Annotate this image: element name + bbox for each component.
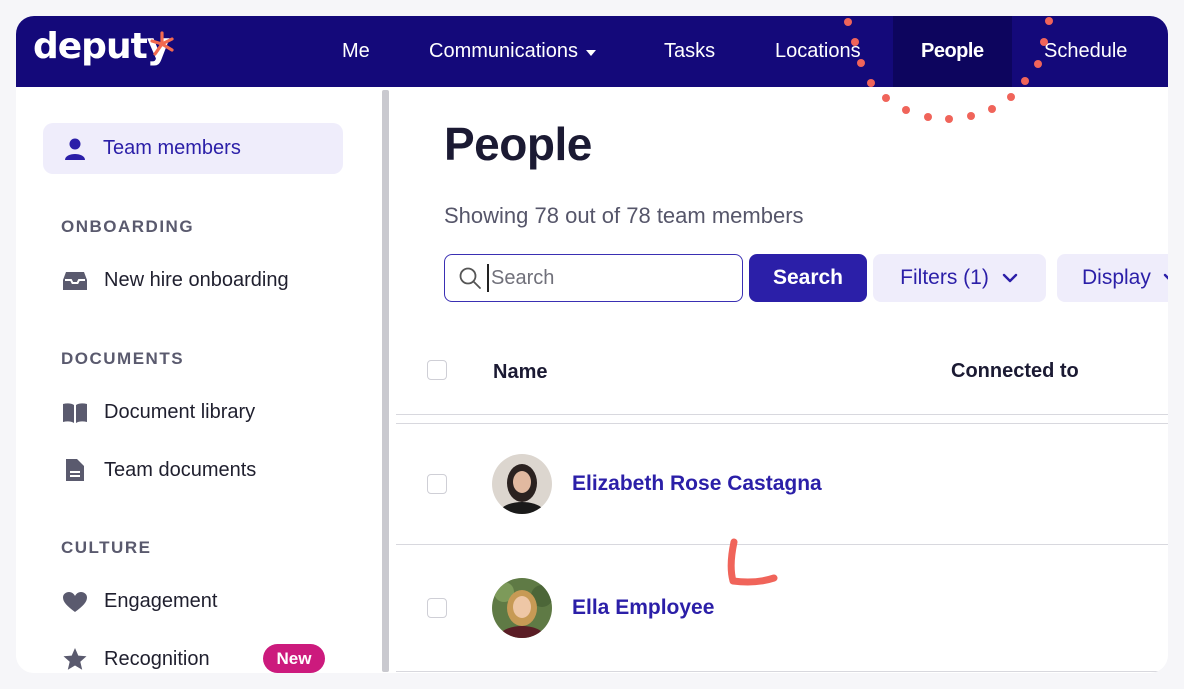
search-button[interactable]: Search <box>749 254 867 302</box>
heart-icon <box>63 591 87 612</box>
nav-me-label: Me <box>342 40 370 62</box>
sidebar-item-engagement[interactable]: Engagement <box>62 590 217 613</box>
row-divider <box>396 544 1168 545</box>
header-divider <box>396 414 1168 415</box>
person-name-link[interactable]: Elizabeth Rose Castagna <box>572 472 822 496</box>
sidebar-item-label: Team documents <box>104 458 257 481</box>
display-label: Display <box>1082 266 1151 289</box>
person-name-link[interactable]: Ella Employee <box>572 596 714 620</box>
chevron-down-icon <box>585 49 596 56</box>
filters-label: Filters (1) <box>900 266 989 289</box>
avatar <box>492 454 552 514</box>
section-heading-onboarding: ONBOARDING <box>61 217 195 236</box>
column-header-name: Name <box>493 361 548 383</box>
display-button[interactable]: Display <box>1057 254 1168 302</box>
select-all-checkbox[interactable] <box>427 360 447 380</box>
nav-communications-label: Communications <box>429 40 578 62</box>
filters-button[interactable]: Filters (1) <box>873 254 1046 302</box>
sidebar-scrollbar[interactable] <box>382 90 389 672</box>
page-title: People <box>444 118 592 170</box>
nav-me[interactable]: Me <box>342 16 370 87</box>
nav-tasks[interactable]: Tasks <box>664 16 715 87</box>
nav-communications[interactable]: Communications <box>429 16 596 87</box>
sidebar-item-label: Team members <box>103 137 241 159</box>
nav-tasks-label: Tasks <box>664 40 716 62</box>
header-divider <box>396 423 1168 424</box>
row-checkbox[interactable] <box>427 598 447 618</box>
sidebar-item-label: New hire onboarding <box>104 269 289 291</box>
search-field[interactable] <box>444 254 743 302</box>
section-heading-documents: DOCUMENTS <box>61 349 185 368</box>
app-frame: deputy Me Communications Tasks Locations… <box>16 16 1168 673</box>
chevron-down-icon <box>1002 273 1018 283</box>
avatar <box>492 578 552 638</box>
sidebar-item-label: Document library <box>104 401 256 423</box>
nav-people-label: People <box>921 40 984 62</box>
file-icon <box>66 459 84 481</box>
result-count: Showing 78 out of 78 team members <box>444 203 804 228</box>
search-input[interactable] <box>487 264 727 292</box>
main-content: People Showing 78 out of 78 team members… <box>396 87 1168 673</box>
person-icon <box>65 138 85 160</box>
sidebar-item-team-documents[interactable]: Team documents <box>62 458 256 482</box>
nav-people[interactable]: People <box>893 16 1012 87</box>
logo-burst-icon <box>150 31 174 56</box>
sidebar-item-recognition[interactable]: Recognition <box>62 647 210 671</box>
sidebar: Team members ONBOARDING New hire onboard… <box>16 87 388 673</box>
nav-locations[interactable]: Locations <box>775 16 861 87</box>
sidebar-item-label: Engagement <box>104 590 218 612</box>
sidebar-item-team-members[interactable]: Team members <box>43 123 343 174</box>
sidebar-item-document-library[interactable]: Document library <box>62 401 255 424</box>
search-icon <box>459 267 481 289</box>
section-heading-culture: CULTURE <box>61 538 152 557</box>
sidebar-item-new-hire-onboarding[interactable]: New hire onboarding <box>62 269 289 292</box>
nav-locations-label: Locations <box>775 40 861 62</box>
top-navigation: deputy Me Communications Tasks Locations… <box>16 16 1168 87</box>
column-header-connected-to: Connected to <box>951 360 1079 382</box>
nav-schedule-label: Schedule <box>1044 40 1128 62</box>
nav-schedule[interactable]: Schedule <box>1044 16 1127 87</box>
new-badge: New <box>263 644 325 673</box>
inbox-icon <box>63 271 87 290</box>
sidebar-item-label: Recognition <box>104 647 210 670</box>
row-divider <box>396 671 1168 672</box>
row-checkbox[interactable] <box>427 474 447 494</box>
star-icon <box>63 648 87 670</box>
chevron-down-icon <box>1163 273 1168 280</box>
book-icon <box>63 402 87 423</box>
